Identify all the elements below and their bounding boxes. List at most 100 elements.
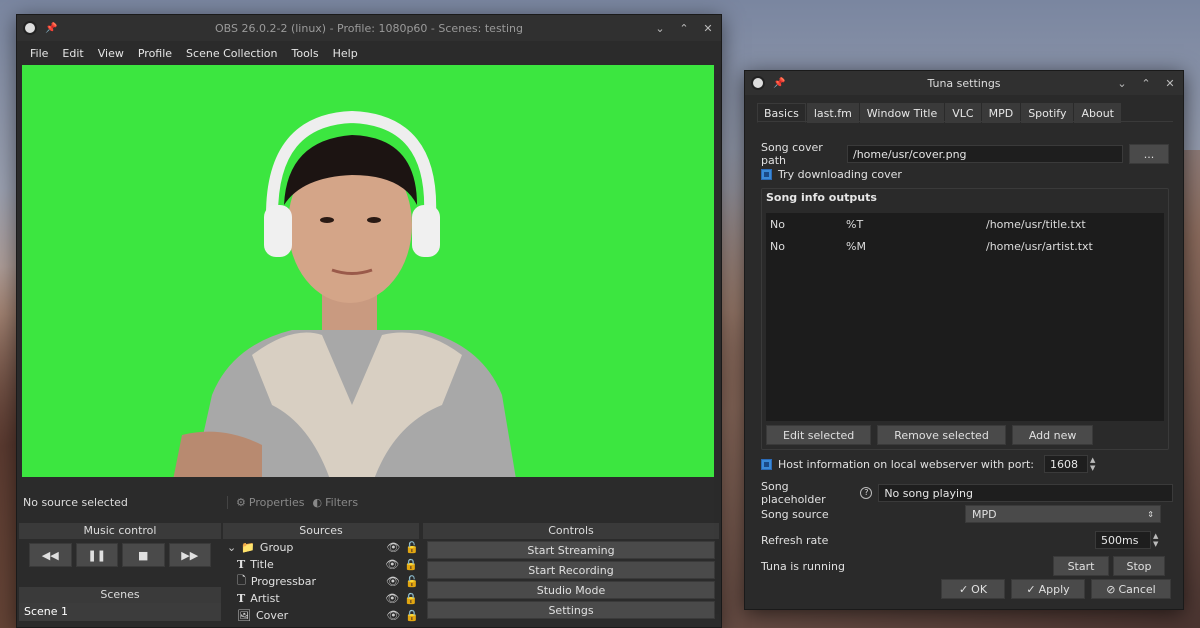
port-input[interactable]: 1608 (1044, 455, 1089, 473)
gear-icon: ⚙ (236, 495, 246, 509)
host-label: Host information on local webserver with… (778, 457, 1035, 471)
port-spinner[interactable]: ▲ ▼ (1090, 456, 1095, 472)
eye-icon[interactable]: 👁 (386, 609, 400, 622)
edit-selected-button[interactable]: Edit selected (766, 425, 872, 445)
preview-canvas[interactable] (22, 65, 714, 477)
lock-icon[interactable]: 🔒 (404, 592, 418, 605)
menu-scene-collection[interactable]: Scene Collection (179, 47, 284, 60)
scenes-title: Scenes (19, 587, 221, 603)
outputs-title: Song info outputs (766, 191, 877, 204)
obs-window: 📌 OBS 26.0.2-2 (linux) - Profile: 1080p6… (16, 14, 722, 628)
eye-icon[interactable]: 👁 (385, 558, 399, 571)
controls-dock: Controls Start Streaming Start Recording… (423, 523, 719, 627)
studio-mode-button[interactable]: Studio Mode (427, 581, 715, 599)
eye-icon[interactable]: 👁 (386, 541, 400, 554)
forward-button[interactable]: ▶▶ (168, 543, 211, 567)
source-row-cover[interactable]: 🖼 Cover 👁 🔒 (223, 607, 419, 624)
tab-about[interactable]: About (1074, 103, 1121, 123)
filters-label: Filters (325, 495, 359, 509)
start-button[interactable]: Start (1053, 556, 1109, 576)
apply-button[interactable]: ✓ Apply (1011, 579, 1085, 599)
obs-logo-icon (23, 21, 37, 35)
refresh-spinner[interactable]: ▲ ▼ (1153, 532, 1158, 548)
cell: %T (846, 217, 864, 231)
no-source-label: No source selected (23, 495, 128, 509)
close-icon[interactable]: ✕ (701, 21, 715, 35)
stop-button[interactable]: ■ (122, 543, 165, 567)
host-webserver-checkbox[interactable] (761, 458, 772, 470)
menu-profile[interactable]: Profile (131, 47, 179, 60)
rewind-button[interactable]: ◀◀ (29, 543, 72, 567)
source-info-bar: No source selected ⚙ Properties ◐ Filters (17, 491, 719, 513)
placeholder-input[interactable]: No song playing (878, 484, 1173, 502)
settings-button[interactable]: Settings (427, 601, 715, 619)
table-row[interactable]: No %T /home/usr/title.txt (766, 213, 1164, 235)
tab-spotify[interactable]: Spotify (1021, 103, 1074, 123)
minimize-icon[interactable]: ⌄ (1115, 76, 1129, 90)
close-icon[interactable]: ✕ (1163, 76, 1177, 90)
cover-path-input[interactable]: /home/usr/cover.png (847, 145, 1123, 163)
pin-icon[interactable]: 📌 (773, 78, 785, 89)
browse-button[interactable]: ... (1129, 144, 1169, 164)
source-row-group[interactable]: ⌄ 📁 Group 👁 🔓 (223, 539, 419, 556)
song-source-select[interactable]: MPD ⇕ (965, 505, 1161, 523)
tuna-titlebar: 📌 Tuna settings ⌄ ⌃ ✕ (745, 71, 1183, 95)
source-name: Progressbar (250, 575, 317, 588)
tab-basics[interactable]: Basics (757, 103, 806, 123)
source-row-title[interactable]: T Title 👁 🔒 (223, 556, 419, 573)
text-icon: T (237, 558, 246, 571)
menu-tools[interactable]: Tools (285, 47, 326, 60)
pause-icon: ❚❚ (87, 548, 106, 562)
placeholder-label: Song placeholder (761, 480, 826, 506)
remove-selected-button[interactable]: Remove selected (877, 425, 1006, 445)
image-icon: 🖼 (237, 609, 251, 622)
menu-view[interactable]: View (91, 47, 131, 60)
source-label: Song source (761, 507, 829, 521)
source-name: Cover (255, 609, 289, 622)
tab-mpd[interactable]: MPD (981, 103, 1021, 123)
eye-icon[interactable]: 👁 (385, 592, 399, 605)
minimize-icon[interactable]: ⌄ (653, 21, 667, 35)
try-download-checkbox[interactable] (761, 169, 772, 180)
start-recording-button[interactable]: Start Recording (427, 561, 715, 579)
text-icon: T (237, 592, 246, 605)
sources-dock: Sources ⌄ 📁 Group 👁 🔓 T Title 👁 🔒 🗋 Prog… (223, 523, 419, 627)
pause-button[interactable]: ❚❚ (75, 543, 118, 567)
tab-lastfm[interactable]: last.fm (806, 103, 859, 123)
cancel-button[interactable]: ⊘ Cancel (1091, 579, 1171, 599)
menu-file[interactable]: File (23, 47, 55, 60)
scenes-dock: Scenes Scene 1 (19, 587, 221, 627)
help-icon[interactable]: ? (860, 487, 873, 499)
chevron-down-icon[interactable]: ⌄ (227, 541, 236, 554)
scene-item[interactable]: Scene 1 (19, 603, 221, 621)
source-name: Group (259, 541, 294, 554)
source-name: Title (250, 558, 274, 571)
stop-button[interactable]: Stop (1113, 556, 1165, 576)
filters-button[interactable]: ◐ Filters (312, 496, 358, 509)
properties-button[interactable]: ⚙ Properties (236, 496, 304, 509)
check-icon: ✓ (1026, 582, 1036, 596)
source-row-progressbar[interactable]: 🗋 Progressbar 👁 🔓 (223, 573, 419, 590)
lock-icon[interactable]: 🔒 (404, 558, 418, 571)
source-row-artist[interactable]: T Artist 👁 🔒 (223, 590, 419, 607)
lock-icon[interactable]: 🔒 (405, 609, 419, 622)
cover-path-label: Song cover path (761, 141, 823, 167)
unlock-icon[interactable]: 🔓 (405, 575, 419, 588)
maximize-icon[interactable]: ⌃ (1139, 76, 1153, 90)
refresh-input[interactable]: 500ms (1095, 531, 1151, 549)
pin-icon[interactable]: 📌 (45, 23, 57, 34)
menu-edit[interactable]: Edit (55, 47, 90, 60)
table-row[interactable]: No %M /home/usr/artist.txt (766, 235, 1164, 257)
person-image (173, 110, 516, 477)
eye-icon[interactable]: 👁 (386, 575, 400, 588)
song-source-value: MPD (972, 507, 997, 521)
ok-button[interactable]: ✓ OK (941, 579, 1005, 599)
add-new-button[interactable]: Add new (1011, 425, 1094, 445)
tab-vlc[interactable]: VLC (945, 103, 981, 123)
maximize-icon[interactable]: ⌃ (677, 21, 691, 35)
start-streaming-button[interactable]: Start Streaming (427, 541, 715, 559)
menu-help[interactable]: Help (326, 47, 365, 60)
tab-window-title[interactable]: Window Title (859, 103, 945, 123)
unlock-icon[interactable]: 🔓 (405, 541, 419, 554)
tuna-settings-window: 📌 Tuna settings ⌄ ⌃ ✕ Basics last.fm Win… (744, 70, 1184, 610)
